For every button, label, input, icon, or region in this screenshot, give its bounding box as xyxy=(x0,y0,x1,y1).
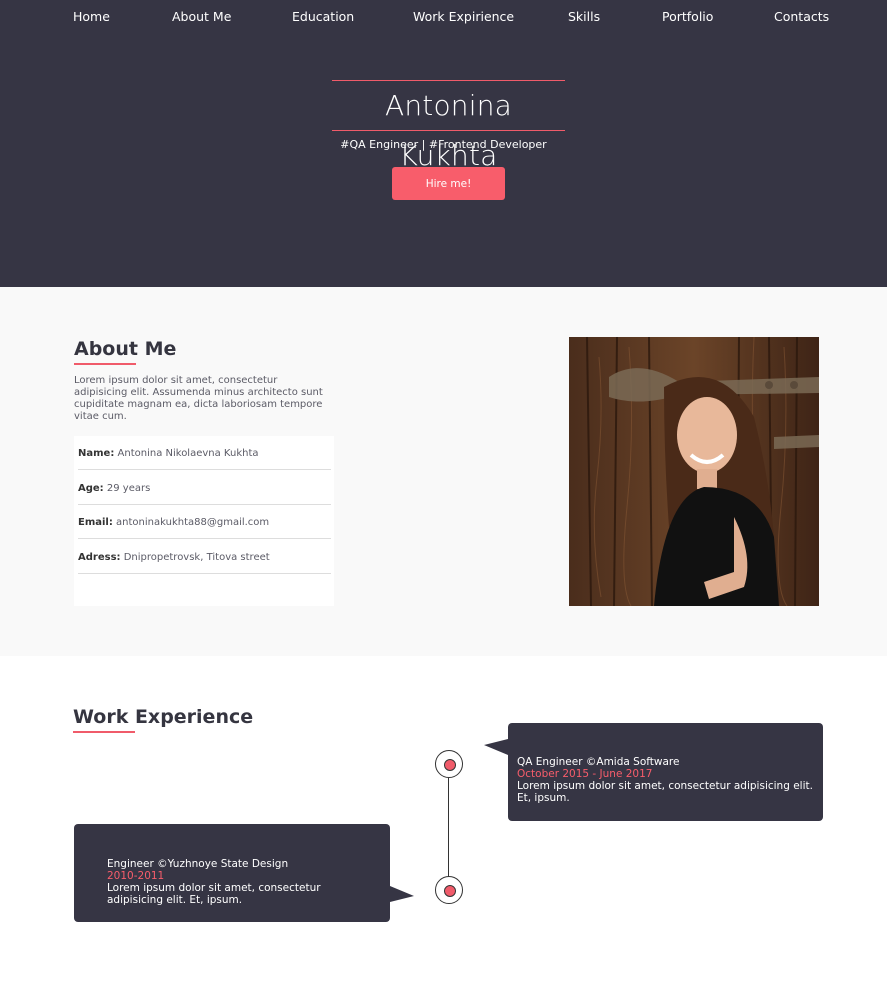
hire-me-button[interactable]: Hire me! xyxy=(392,167,505,200)
info-value: Antonina Nikolaevna Kukhta xyxy=(117,448,259,459)
work-section: Work Experience QA Engineer ©Amida Softw… xyxy=(0,656,887,982)
info-value: 29 years xyxy=(106,483,151,494)
work-text: Lorem ipsum dolor sit amet, consectetur … xyxy=(517,780,813,804)
nav-about-me[interactable]: About Me xyxy=(172,9,231,24)
nav-skills[interactable]: Skills xyxy=(568,9,600,24)
info-label: Age: xyxy=(78,483,104,494)
info-label: Adress: xyxy=(78,552,121,563)
nav-portfolio[interactable]: Portfolio xyxy=(662,9,713,24)
work-dates: October 2015 - June 2017 xyxy=(517,768,653,780)
profile-photo xyxy=(569,337,819,606)
work-title: QA Engineer ©Amida Software xyxy=(517,756,680,768)
info-card: Name: Antonina Nikolaevna Kukhta Age: 29… xyxy=(74,436,334,606)
about-section: About Me Lorem ipsum dolor sit amet, con… xyxy=(0,287,887,656)
work-card-2: Engineer ©Yuzhnoye State Design 2010-201… xyxy=(74,824,414,922)
work-card-1: QA Engineer ©Amida Software October 2015… xyxy=(484,723,823,821)
card-pointer xyxy=(484,739,508,755)
info-value: Dnipropetrovsk, Titova street xyxy=(123,552,270,563)
timeline-node xyxy=(435,750,463,778)
hero-section: Home About Me Education Work Expirience … xyxy=(0,0,887,287)
timeline-node-dot xyxy=(444,759,456,771)
nav-work-experience[interactable]: Work Expirience xyxy=(413,9,514,24)
about-text: Lorem ipsum dolor sit amet, consectetur … xyxy=(74,375,323,422)
work-heading-underline xyxy=(73,731,135,733)
info-label: Email: xyxy=(78,517,113,528)
timeline-line xyxy=(448,778,449,890)
info-value: antoninakukhta88@gmail.com xyxy=(116,517,270,528)
work-text: Lorem ipsum dolor sit amet, consectetur … xyxy=(107,882,321,906)
info-label: Name: xyxy=(78,448,115,459)
hero-title-frame: Antonina Kukhta xyxy=(332,80,565,172)
timeline-node xyxy=(435,876,463,904)
info-row-age: Age: 29 years xyxy=(78,471,331,505)
about-heading-underline xyxy=(74,363,136,365)
card-pointer xyxy=(390,886,414,902)
about-heading: About Me xyxy=(74,338,177,360)
info-row-name: Name: Antonina Nikolaevna Kukhta xyxy=(78,436,331,470)
nav-education[interactable]: Education xyxy=(292,9,354,24)
main-nav: Home About Me Education Work Expirience … xyxy=(0,0,887,34)
info-row-address: Adress: Dnipropetrovsk, Titova street xyxy=(78,540,331,574)
nav-home[interactable]: Home xyxy=(73,9,110,24)
work-title: Engineer ©Yuzhnoye State Design xyxy=(107,858,289,870)
nav-contacts[interactable]: Contacts xyxy=(774,9,829,24)
info-row-email: Email: antoninakukhta88@gmail.com xyxy=(78,505,331,539)
work-dates: 2010-2011 xyxy=(107,870,165,882)
work-heading: Work Experience xyxy=(73,706,254,728)
hero-subtitle: #QA Engineer | #Frontend Developer xyxy=(340,138,547,151)
hero-name: Antonina Kukhta xyxy=(384,89,513,172)
timeline-node-dot xyxy=(444,885,456,897)
